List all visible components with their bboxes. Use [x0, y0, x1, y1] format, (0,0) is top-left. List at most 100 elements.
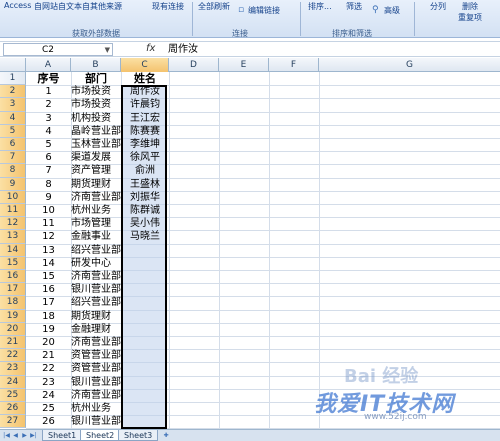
cell-dept[interactable]: 资管营业部 [71, 349, 121, 362]
cell-dept[interactable]: 渠道发展 [71, 151, 121, 164]
cell-seq[interactable]: 22 [26, 362, 71, 375]
worksheet-grid[interactable]: 序号 部门 姓名 1 市场投资 周作汝 2 市场投资 许晨钧 3 机构投资 王江宏 4 晶岭营业部陈… [26, 72, 500, 430]
column-header-g[interactable]: G [319, 58, 500, 72]
ribbon-edit-links[interactable]: 编辑链接 [248, 5, 280, 16]
insert-sheet-icon[interactable]: ✚ [160, 431, 172, 440]
cell-dept[interactable]: 银川营业部 [71, 376, 121, 389]
cell-dept[interactable]: 绍兴营业部 [71, 244, 121, 257]
cell-dept[interactable]: 市场投资 [71, 85, 121, 98]
cell-name[interactable] [121, 389, 169, 402]
ribbon-from-other[interactable]: 自其他来源 [82, 1, 122, 12]
cell-dept[interactable]: 期货理财 [71, 310, 121, 323]
row-header[interactable]: 25 [0, 388, 26, 402]
cell-dept[interactable]: 期货理财 [71, 178, 121, 191]
column-header-a[interactable]: A [26, 58, 71, 72]
cell-name[interactable] [121, 349, 169, 362]
cell-dept[interactable]: 玉林营业部 [71, 138, 121, 151]
cell-seq[interactable]: 8 [26, 178, 71, 191]
cell-seq[interactable]: 19 [26, 323, 71, 336]
cell-name[interactable]: 王盛林 [121, 178, 169, 191]
row-header[interactable]: 21 [0, 336, 26, 350]
column-header-e[interactable]: E [219, 58, 269, 72]
cell-name[interactable] [121, 323, 169, 336]
ribbon-from-text[interactable]: 自文本 [58, 1, 82, 12]
cell-seq[interactable]: 17 [26, 296, 71, 309]
cell-name[interactable] [121, 376, 169, 389]
cell-name[interactable]: 刘振华 [121, 191, 169, 204]
cell-name[interactable]: 吴小伟 [121, 217, 169, 230]
cell-dept[interactable]: 研发中心 [71, 257, 121, 270]
cell-seq[interactable]: 12 [26, 230, 71, 243]
cell-dept[interactable]: 金融理财 [71, 323, 121, 336]
cell-name[interactable] [121, 270, 169, 283]
row-header[interactable]: 5 [0, 124, 26, 138]
cell-seq[interactable]: 13 [26, 244, 71, 257]
column-header-f[interactable]: F [269, 58, 319, 72]
header-dept[interactable]: 部门 [71, 72, 121, 85]
cell-seq[interactable]: 18 [26, 310, 71, 323]
cell-seq[interactable]: 21 [26, 349, 71, 362]
cell-name[interactable] [121, 310, 169, 323]
first-sheet-icon[interactable]: |◀ [2, 431, 11, 440]
cell-seq[interactable]: 25 [26, 402, 71, 415]
ribbon-duplicates[interactable]: 重复项 [458, 12, 482, 23]
cell-name[interactable] [121, 402, 169, 415]
cell-seq[interactable]: 9 [26, 191, 71, 204]
cell-name[interactable]: 徐风平 [121, 151, 169, 164]
cell-name[interactable] [121, 244, 169, 257]
select-all-corner[interactable] [0, 58, 26, 72]
row-header[interactable]: 20 [0, 322, 26, 336]
cell-name[interactable]: 李维坤 [121, 138, 169, 151]
formula-content[interactable]: 周作汝 [168, 43, 198, 56]
cell-dept[interactable]: 济南营业部 [71, 336, 121, 349]
name-box[interactable]: C2 ▼ [3, 43, 113, 56]
tab-sheet2[interactable]: Sheet2 [80, 430, 121, 441]
column-header-b[interactable]: B [71, 58, 121, 72]
cell-dept[interactable]: 济南营业部 [71, 389, 121, 402]
cell-dept[interactable]: 杭州业务 [71, 204, 121, 217]
cell-name[interactable] [121, 362, 169, 375]
header-seq[interactable]: 序号 [26, 72, 71, 85]
row-header[interactable]: 15 [0, 256, 26, 270]
cell-dept[interactable]: 资管营业部 [71, 362, 121, 375]
ribbon-advanced[interactable]: 高级 [384, 5, 400, 16]
cell-seq[interactable]: 5 [26, 138, 71, 151]
cell-seq[interactable]: 16 [26, 283, 71, 296]
cell-seq[interactable]: 4 [26, 125, 71, 138]
cell-seq[interactable]: 11 [26, 217, 71, 230]
ribbon-sort[interactable]: 排序... [308, 1, 332, 12]
column-header-c[interactable]: C [121, 58, 169, 72]
row-header[interactable]: 1 [0, 72, 26, 86]
row-header[interactable]: 19 [0, 309, 26, 323]
tab-sheet1[interactable]: Sheet1 [42, 430, 83, 441]
row-header[interactable]: 4 [0, 111, 26, 125]
row-header[interactable]: 2 [0, 85, 26, 99]
row-header[interactable]: 27 [0, 415, 26, 429]
cell-name[interactable] [121, 296, 169, 309]
cell-dept[interactable]: 资产管理 [71, 164, 121, 177]
row-header[interactable]: 17 [0, 283, 26, 297]
row-header[interactable]: 6 [0, 138, 26, 152]
cell-name[interactable] [121, 257, 169, 270]
ribbon-remove[interactable]: 删除 [462, 1, 478, 12]
cell-seq[interactable]: 10 [26, 204, 71, 217]
ribbon-access[interactable]: Access [4, 1, 31, 10]
row-header[interactable]: 18 [0, 296, 26, 310]
row-header[interactable]: 13 [0, 230, 26, 244]
cell-name[interactable]: 马晓兰 [121, 230, 169, 243]
cell-name[interactable]: 陈赛赛 [121, 125, 169, 138]
row-header[interactable]: 22 [0, 349, 26, 363]
cell-dept[interactable]: 济南营业部 [71, 191, 121, 204]
ribbon-refresh-all[interactable]: 全部刷新 [198, 1, 230, 12]
cell-seq[interactable]: 2 [26, 98, 71, 111]
row-header[interactable]: 23 [0, 362, 26, 376]
cell-name[interactable]: 周作汝 [121, 85, 169, 98]
next-sheet-icon[interactable]: ▶ [20, 431, 29, 440]
cell-name[interactable] [121, 415, 169, 428]
ribbon-existing-conn[interactable]: 现有连接 [152, 1, 184, 12]
tab-sheet3[interactable]: Sheet3 [118, 430, 159, 441]
row-header[interactable]: 10 [0, 190, 26, 204]
cell-dept[interactable]: 济南营业部 [71, 270, 121, 283]
cell-name[interactable]: 陈群诚 [121, 204, 169, 217]
column-header-d[interactable]: D [169, 58, 219, 72]
